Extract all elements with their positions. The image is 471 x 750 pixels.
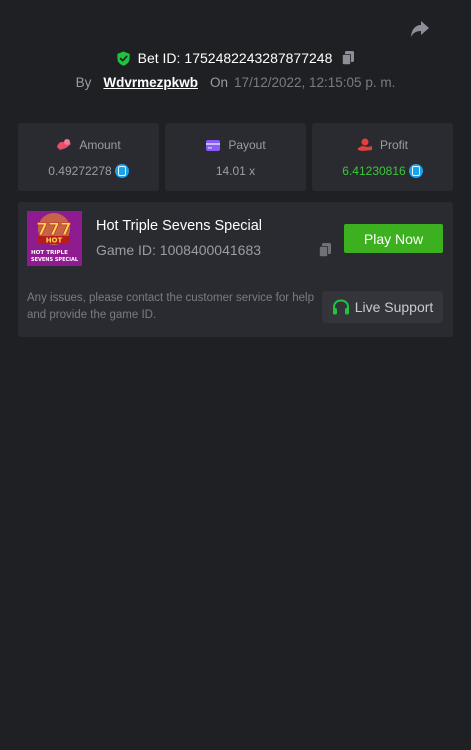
copy-icon[interactable]	[341, 50, 355, 66]
live-support-label: Live Support	[354, 299, 434, 315]
stat-profit-label: Profit	[379, 138, 408, 152]
play-now-button[interactable]: Play Now	[344, 224, 443, 253]
stat-profit: Profit 6.41230816	[312, 123, 453, 191]
live-support-button[interactable]: Live Support	[322, 291, 443, 323]
game-id-label: Game ID:	[96, 242, 156, 258]
bet-stats: Amount 0.49272278 Payout 14.01 x Profit	[18, 123, 453, 191]
game-thumbnail[interactable]: 777 HOT HOT TRIPLE SEVENS SPECIAL	[27, 211, 82, 266]
bet-date: 17/12/2022, 12:15:05 p. m.	[233, 74, 396, 90]
on-label: On	[209, 74, 228, 90]
coin-icon	[114, 164, 129, 178]
coin-icon	[408, 164, 423, 178]
stat-amount-value: 0.49272278	[48, 164, 112, 178]
game-id-value: 1008400041683	[159, 242, 262, 258]
stat-payout: Payout 14.01 x	[165, 123, 306, 191]
stat-payout-label: Payout	[228, 138, 266, 152]
game-title: Hot Triple Sevens Special	[96, 218, 263, 234]
bet-id-value: 1752482243287877248	[184, 50, 333, 66]
share-button[interactable]	[410, 20, 436, 42]
amount-icon	[57, 139, 72, 150]
thumb-title-line-2: SEVENS SPECIAL	[31, 257, 79, 263]
profit-icon	[357, 138, 372, 151]
shield-check-icon	[117, 50, 130, 66]
stat-payout-value: 14.01 x	[215, 164, 256, 178]
game-id: Game ID: 1008400041683	[96, 242, 261, 258]
copy-icon[interactable]	[318, 242, 332, 258]
game-thumbnail-art: 777 HOT HOT TRIPLE SEVENS SPECIAL	[27, 211, 82, 266]
support-notice: Any issues, please contact the customer …	[27, 292, 315, 321]
by-label: By	[75, 74, 92, 90]
stat-profit-value: 6.41230816	[342, 164, 406, 178]
headphones-icon	[332, 298, 349, 314]
share-icon	[411, 21, 429, 37]
thumb-hot: HOT	[46, 237, 63, 245]
bet-id-row: Bet ID: 1752482243287877248	[0, 48, 471, 68]
username-link[interactable]: Wdvrmezpkwb	[103, 75, 198, 90]
bet-id-label: Bet ID:	[137, 50, 181, 66]
stat-amount-label: Amount	[79, 138, 121, 152]
stat-amount: Amount 0.49272278	[18, 123, 159, 191]
wallet-icon	[206, 139, 221, 151]
game-card: 777 HOT HOT TRIPLE SEVENS SPECIAL Hot Tr…	[18, 202, 453, 337]
bet-meta-row: By Wdvrmezpkwb On 17/12/2022, 12:15:05 p…	[0, 72, 471, 92]
thumb-title-line-1: HOT TRIPLE	[31, 250, 68, 256]
